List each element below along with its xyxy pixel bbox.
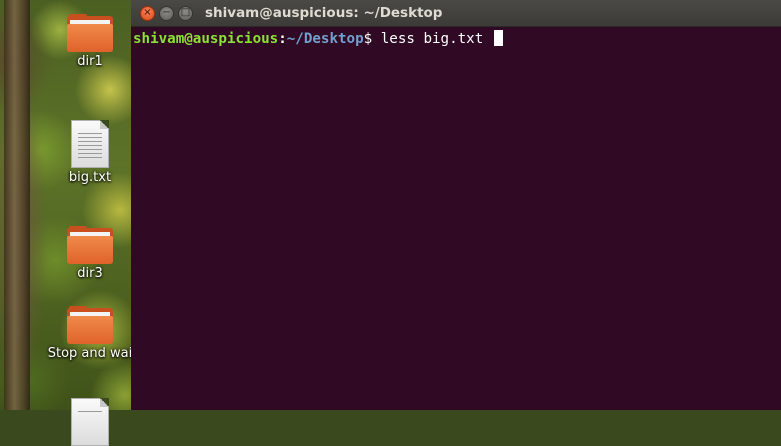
prompt-user-host: shivam@auspicious — [133, 31, 279, 47]
tree-trunk — [4, 0, 30, 410]
prompt-path: ~/Desktop — [286, 31, 364, 47]
window-title: shivam@auspicious: ~/Desktop — [205, 5, 443, 21]
folder-icon — [67, 14, 113, 52]
command-text: less big.txt — [380, 31, 492, 47]
desktop-icon-dir1[interactable]: dir1 — [45, 14, 135, 69]
terminal-output[interactable]: shivam@auspicious:~/Desktop$ less big.tx… — [131, 27, 781, 51]
minimize-button[interactable]: − — [159, 5, 174, 21]
text-cursor — [493, 30, 503, 46]
folder-icon — [67, 306, 113, 344]
folder-icon — [67, 226, 113, 264]
terminal-window[interactable]: × − □ shivam@auspicious: ~/Desktop shiva… — [131, 0, 781, 410]
maximize-button[interactable]: □ — [178, 5, 193, 21]
prompt-dollar: $ — [363, 31, 381, 47]
desktop-icon-label: Stop and wai — [47, 346, 133, 361]
desktop-icon-stop-and-wait[interactable]: Stop and wai — [45, 306, 135, 361]
desktop-icon-big-txt[interactable]: big.txt — [45, 120, 135, 185]
desktop-icon-label: dir1 — [77, 54, 103, 69]
close-button[interactable]: × — [140, 5, 155, 21]
desktop-icon-file[interactable] — [45, 398, 135, 446]
desktop-icon-label: big.txt — [68, 170, 112, 185]
desktop-icon-label: dir3 — [77, 266, 103, 281]
text-file-icon — [71, 398, 109, 446]
text-file-icon — [71, 120, 109, 168]
prompt-colon: : — [278, 31, 287, 47]
window-titlebar[interactable]: × − □ shivam@auspicious: ~/Desktop — [131, 0, 781, 27]
desktop-icon-dir3[interactable]: dir3 — [45, 226, 135, 281]
